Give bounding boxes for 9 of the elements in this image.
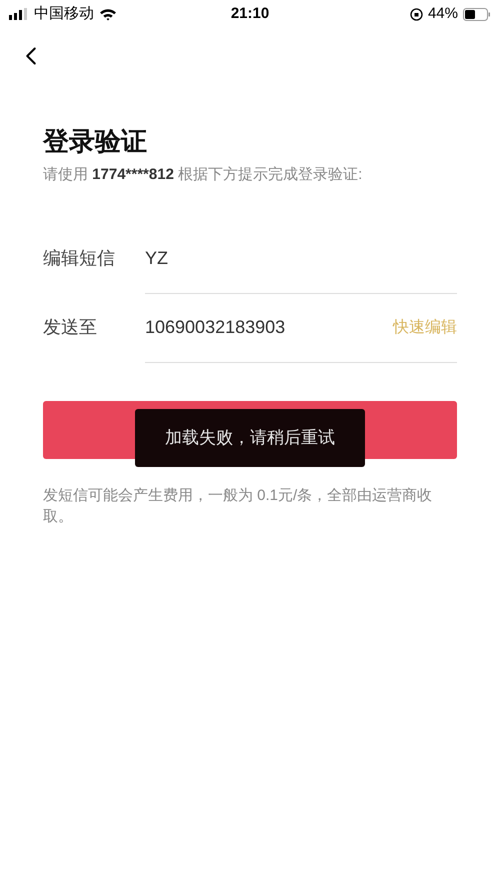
clock-time: 21:10	[230, 4, 270, 24]
fee-notice: 发短信可能会产生费用，一般为 0.1元/条，全部由运营商收取。	[43, 486, 434, 526]
instruction-text: 请使用 1774****812 根据下方提示完成登录验证:	[43, 165, 364, 185]
battery-percentage: 44%	[428, 4, 458, 24]
page-title: 登录验证	[43, 125, 148, 158]
field-label: 编辑短信	[43, 246, 116, 270]
toast-message: 加载失败，请稍后重试	[165, 426, 335, 449]
field-label: 发送至	[43, 316, 98, 338]
carrier-name: 中国移动	[34, 4, 94, 24]
